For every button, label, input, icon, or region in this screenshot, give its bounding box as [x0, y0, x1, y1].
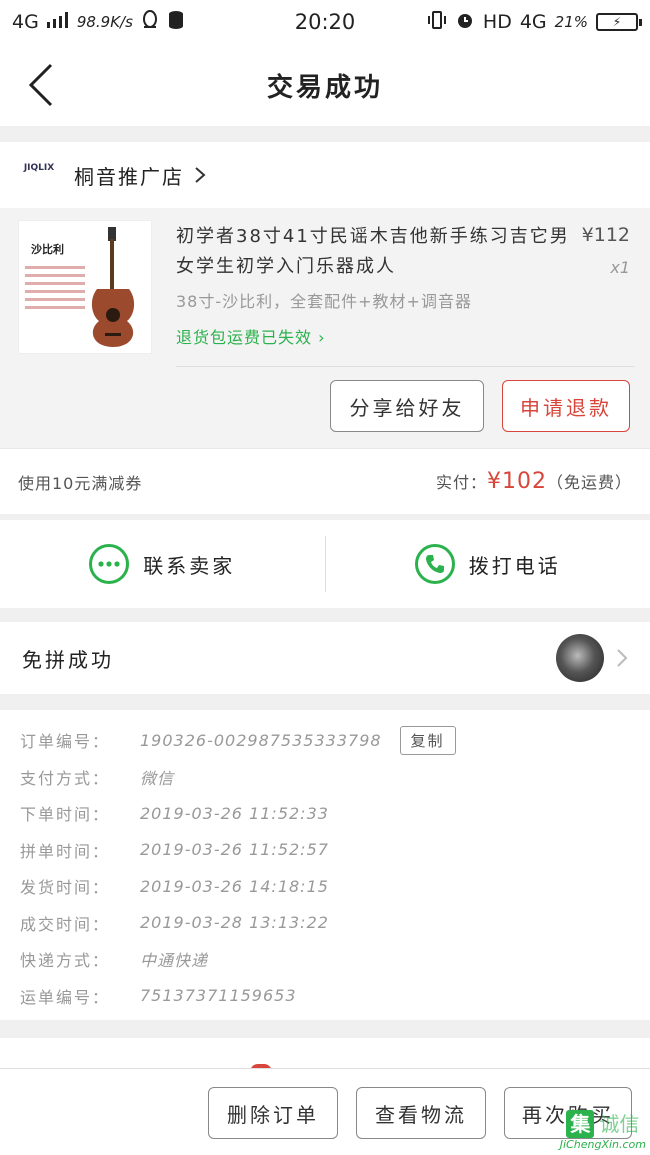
chevron-right-icon [195, 167, 206, 183]
chevron-right-icon [617, 649, 628, 667]
shop-name: 桐音推广店 [74, 164, 184, 189]
contact-row: 联系卖家 拨打电话 [0, 520, 650, 608]
order-time: 2019-03-26 11:52:33 [140, 803, 329, 823]
paid-amount: ¥102 [486, 469, 547, 494]
info-label: 下单时间： [20, 805, 111, 825]
info-label: 支付方式： [20, 768, 111, 788]
info-label: 成交时间： [20, 914, 111, 934]
watermark-name: 诚信 [599, 1112, 640, 1136]
hd-indicator: HD [482, 11, 512, 33]
tracking-number: 75137371159653 [140, 986, 297, 1006]
deal-time: 2019-03-28 13:13:22 [140, 913, 329, 933]
courier: 中通快递 [140, 951, 209, 971]
product-image[interactable]: 沙比利 [18, 220, 152, 354]
watermark-badge: 集 [566, 1110, 595, 1138]
ship-time-row: 发货时间： 2019-03-26 14:18:15 [20, 868, 630, 905]
tracking-number-row: 运单编号： 75137371159653 [20, 978, 630, 1015]
divider [176, 366, 634, 367]
network-indicator: 4G [12, 11, 39, 33]
copy-button[interactable]: 复制 [399, 725, 456, 755]
status-bar: 4G 98.9K/s 20:20 HD 4G 21% ⚡ [0, 0, 650, 44]
watermark: 集 诚信 JiChengXin.com [560, 1108, 646, 1151]
payment-method: 微信 [140, 768, 175, 788]
info-label: 拼单时间： [20, 841, 111, 861]
group-status-row[interactable]: 免拼成功 [0, 622, 650, 694]
network-indicator-right: 4G [519, 11, 547, 33]
order-time-row: 下单时间： 2019-03-26 11:52:33 [20, 795, 630, 832]
database-icon [167, 10, 185, 35]
chevron-left-icon [28, 63, 53, 107]
view-logistics-button[interactable]: 查看物流 [356, 1087, 486, 1139]
battery-icon: ⚡ [596, 13, 642, 31]
order-number: 190326-002987535333798 [140, 730, 382, 750]
product-spec: 38寸-沙比利，全套配件+教材+调音器 [176, 292, 472, 311]
contact-seller-button[interactable]: 联系卖家 [0, 520, 325, 608]
product-quantity: x1 [610, 258, 630, 277]
network-speed: 98.9K/s [76, 13, 133, 31]
return-shipping-notice[interactable]: 退货包运费已失效 › [176, 324, 326, 348]
info-label: 快递方式： [20, 951, 111, 971]
qq-icon [141, 9, 159, 35]
payment-row: 使用10元满减券 实付：¥102（免运费） [0, 448, 650, 514]
page-title: 交易成功 [266, 72, 383, 103]
alarm-icon [455, 10, 475, 35]
product-title: 初学者38寸41寸民谣木吉他新手练习吉它男女学生初学入门乐器成人 [176, 226, 570, 277]
share-button[interactable]: 分享给好友 [330, 380, 484, 432]
call-phone-button[interactable]: 拨打电话 [326, 520, 650, 608]
shop-logo: JIQLIX [23, 163, 55, 173]
watermark-url: JiChengXin.com [559, 1138, 646, 1151]
payment-method-row: 支付方式： 微信 [20, 759, 630, 796]
contact-seller-label: 联系卖家 [143, 553, 236, 578]
delete-order-button[interactable]: 删除订单 [208, 1087, 338, 1139]
product-price: ¥112 [581, 224, 630, 246]
shop-row[interactable]: JIQLIX 桐音推广店 [0, 142, 650, 208]
ship-time: 2019-03-26 14:18:15 [140, 876, 329, 896]
bottom-action-bar: 删除订单 查看物流 再次购买 集 诚信 JiChengXin.com [0, 1068, 650, 1155]
order-number-row: 订单编号： 190326-002987535333798 复制 [20, 722, 630, 759]
group-time: 2019-03-26 11:52:57 [140, 840, 329, 860]
info-label: 发货时间： [20, 878, 111, 898]
battery-percent: 21% [554, 13, 588, 31]
refund-button[interactable]: 申请退款 [502, 380, 630, 432]
nav-bar: 交易成功 [0, 44, 650, 126]
phone-icon [414, 544, 455, 584]
coupon-text: 使用10元满减券 [18, 473, 143, 493]
vibrate-icon [427, 10, 447, 35]
back-button[interactable] [18, 62, 64, 108]
chevron-right-icon: › [318, 328, 326, 347]
chat-icon [89, 544, 130, 584]
info-label: 订单编号： [20, 732, 111, 752]
signal-icon [46, 11, 69, 33]
group-status-label: 免拼成功 [22, 647, 114, 672]
product-card[interactable]: 沙比利 初学者38寸41寸民谣木吉他新手练习吉它男女学生初学入门乐器成人 ¥11… [0, 208, 650, 448]
paid-label: 实付： [435, 473, 487, 492]
group-time-row: 拼单时间： 2019-03-26 11:52:57 [20, 832, 630, 869]
shipping-note: （免运费） [546, 473, 632, 492]
order-info: 订单编号： 190326-002987535333798 复制 支付方式： 微信… [0, 710, 650, 1020]
partial-section [0, 1038, 650, 1072]
guitar-icon [91, 227, 135, 347]
avatar[interactable] [556, 634, 604, 682]
courier-row: 快递方式： 中通快递 [20, 941, 630, 978]
call-phone-label: 拨打电话 [468, 553, 561, 578]
info-label: 运单编号： [20, 987, 111, 1007]
paid-summary: 实付：¥102（免运费） [436, 469, 632, 494]
deal-time-row: 成交时间： 2019-03-28 13:13:22 [20, 905, 630, 942]
